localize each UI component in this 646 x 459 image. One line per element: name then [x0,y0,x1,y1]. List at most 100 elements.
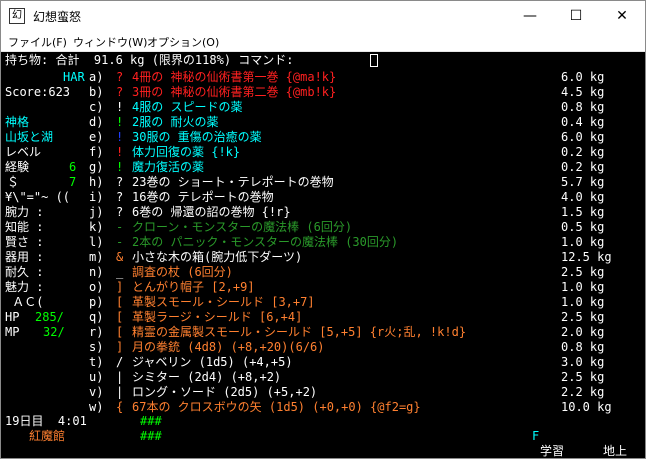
item-weight: 0.5 kg [561,220,605,234]
item-letter: v) [89,385,104,399]
item-symbol: [ [116,295,124,309]
item-symbol: ! [116,130,124,144]
item-letter: k) [89,220,104,234]
item-name: 精霊の金属製スモール・シールド [5,+5] {r火;乱, !k!d} [132,325,467,339]
stat-dex: 器用 : [5,250,44,264]
item-symbol: ! [116,160,124,174]
item-letter: j) [89,205,104,219]
item-weight: 0.8 kg [561,340,605,354]
item-name: 30服の 重傷の治癒の薬 [132,130,262,144]
item-name: クローン・モンスターの魔法棒 (6回分) [132,220,353,234]
item-name: 23巻の ショート・テレポートの巻物 [132,175,334,189]
item-symbol: ? [116,85,124,99]
item-name: 体力回復の薬 {!k} [132,145,241,159]
exp-label: 経験 [5,160,30,174]
item-name: 2本の パニック・モンスターの魔法棒 (30回分) [132,235,399,249]
item-symbol: [ [116,325,124,339]
level-label: レベル [5,145,42,159]
app-icon[interactable]: 幻 [9,8,25,24]
window-title: 幻想蛮怒 [33,10,82,24]
item-symbol: | [116,370,124,384]
depth-status: 地上 [603,444,628,458]
item-weight: 1.0 kg [561,235,605,249]
gold-label: ＄ [7,175,20,189]
status-flag: F [532,429,540,443]
menu-window[interactable]: ウィンドウ(W) [73,34,147,50]
menu-bar: ファイル(F) ウィンドウ(W) オプション(O) [1,31,645,52]
item-symbol: ] [116,280,124,294]
exp-value: 6 [69,160,77,174]
menu-file[interactable]: ファイル(F) [8,34,67,50]
item-letter: i) [89,190,104,204]
item-weight: 4.0 kg [561,190,605,204]
item-name: 6巻の 帰還の詔の巻物 {!r} [132,205,291,219]
item-name: 2服の 耐火の薬 [132,115,219,129]
item-weight: 2.2 kg [561,385,605,399]
item-symbol: ? [116,205,124,219]
item-weight: 0.2 kg [561,145,605,159]
item-symbol: ] [116,340,124,354]
item-letter: h) [89,175,104,189]
item-letter: o) [89,280,104,294]
item-letter: l) [89,235,104,249]
item-name: シミター (2d4) (+8,+2) [132,370,282,384]
item-name: 67本の クロスボウの矢 (1d5) (+0,+0) {@f2=g} [132,400,421,414]
item-name: 魔力復活の薬 [132,160,205,174]
item-weight: 3.0 kg [561,355,605,369]
hp-value: 285/ [35,310,64,324]
item-weight: 2.5 kg [561,370,605,384]
title-bar[interactable]: 幻 幻想蛮怒 — ☐ ✕ [1,1,645,31]
item-weight: 1.0 kg [561,295,605,309]
item-symbol: ? [116,175,124,189]
item-symbol: [ [116,310,124,324]
item-letter: c) [89,100,104,114]
mp-label: MP [5,325,20,339]
item-weight: 6.0 kg [561,130,605,144]
item-letter: r) [89,325,104,339]
item-letter: e) [89,130,104,144]
item-letter: g) [89,160,104,174]
item-symbol: ! [116,145,124,159]
item-name: 16巻の テレポートの巻物 [132,190,274,204]
character-title: 神格 [5,115,30,129]
close-button[interactable]: ✕ [599,1,645,31]
study-status: 学習 [540,444,565,458]
item-letter: s) [89,340,104,354]
item-name: 小さな木の箱(腕力低下ダーツ) [132,250,303,264]
item-letter: n) [89,265,104,279]
terminal-screen[interactable]: 持ち物: 合計 91.6 kg (限界の118%) コマンド: HAR Scor… [1,52,645,458]
item-symbol: ! [116,100,124,114]
item-weight: 2.5 kg [561,265,605,279]
item-weight: 5.7 kg [561,175,605,189]
maximize-button[interactable]: ☐ [553,1,599,31]
stat-chr: 魅力 : [5,280,44,294]
item-letter: m) [89,250,104,264]
item-symbol: ! [116,115,124,129]
text-cursor [370,54,378,67]
location-name: 紅魔館 [29,429,66,443]
map-fragment: ### [140,429,162,443]
item-letter: t) [89,355,104,369]
item-symbol: - [116,220,124,234]
item-weight: 0.4 kg [561,115,605,129]
map-fragment: ### [140,414,162,428]
item-letter: f) [89,145,104,159]
ac-label: ＡＣ( [5,295,44,309]
item-weight: 0.8 kg [561,100,605,114]
item-weight: 6.0 kg [561,70,605,84]
mp-value: 32/ [43,325,65,339]
stat-str: 腕力 : [5,205,44,219]
stat-con: 耐久 : [5,265,44,279]
item-symbol: | [116,385,124,399]
item-letter: b) [89,85,104,99]
item-weight: 4.5 kg [561,85,605,99]
item-letter: q) [89,310,104,324]
item-weight: 12.5 kg [561,250,612,264]
menu-options[interactable]: オプション(O) [147,34,219,50]
item-weight: 2.0 kg [561,325,605,339]
item-name: 革製スモール・シールド [3,+7] [132,295,315,309]
character-name: 山坂と湖 [5,130,54,144]
item-weight: 0.2 kg [561,160,605,174]
minimize-button[interactable]: — [507,1,553,31]
item-symbol: ? [116,70,124,84]
